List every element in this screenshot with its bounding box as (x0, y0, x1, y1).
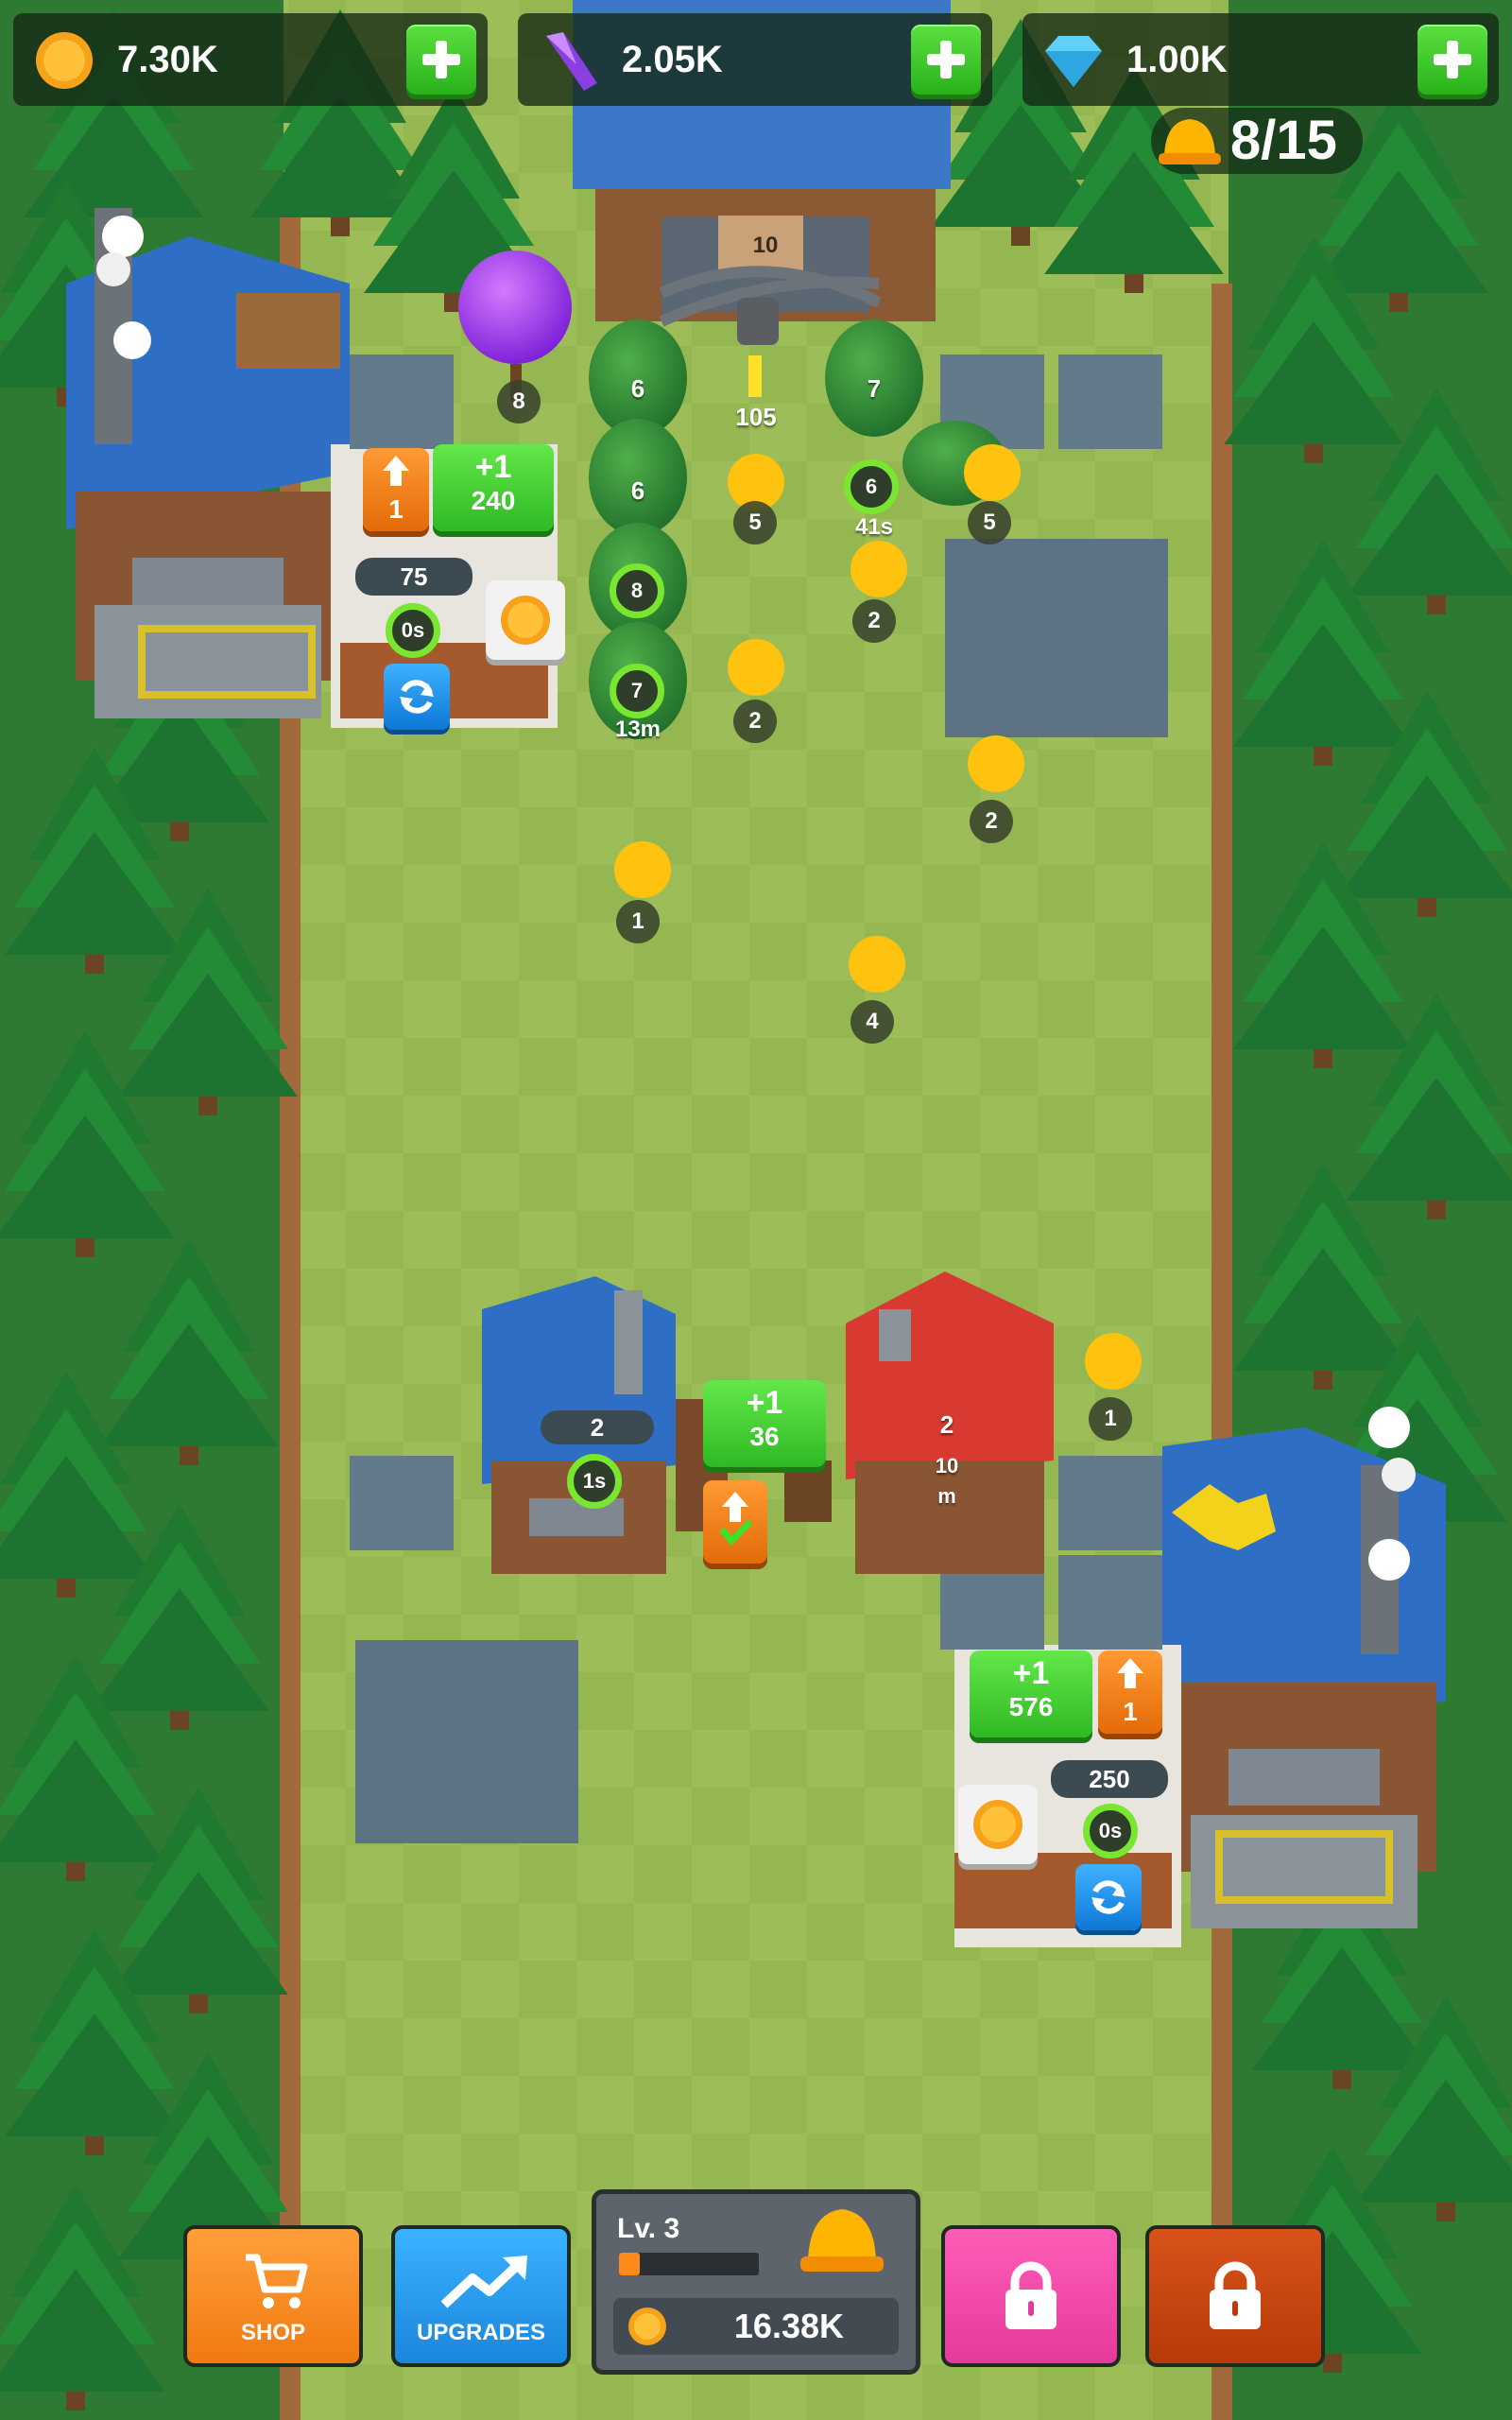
game-world (0, 0, 1512, 2420)
tree-timer: 41s (854, 514, 894, 540)
station-gain-amount: 576 (1008, 1692, 1054, 1721)
diamond-icon (1045, 36, 1102, 87)
station-collect-card[interactable]: +1 240 (433, 444, 554, 531)
house-level: 2 (541, 1410, 654, 1444)
coins-bar: 7.30K (13, 13, 488, 106)
lock-icon (1210, 2261, 1261, 2329)
tree-level[interactable]: 7 (846, 374, 902, 404)
worker-level: 2 (970, 800, 1013, 843)
diamonds-bar: 1.00K (1022, 13, 1499, 106)
worker-level: 1 (1089, 1397, 1132, 1441)
money-value: 16.38K (733, 2307, 844, 2345)
shop-button[interactable]: SHOP (183, 2225, 363, 2367)
tree-level[interactable]: 6 (844, 459, 899, 514)
upgrade-check-icon (719, 1492, 753, 1547)
station-upgrade-level: 1 (388, 494, 404, 524)
house-collect-card[interactable]: +1 36 (703, 1380, 826, 1467)
red-house-level: 2 (939, 1410, 954, 1439)
coin-icon (501, 596, 550, 645)
coin-icon (973, 1800, 1022, 1849)
worker-level: 5 (733, 501, 777, 544)
coin-icon (628, 2308, 666, 2345)
worker[interactable] (849, 936, 905, 993)
player-level: Lv. 3 (617, 2213, 680, 2244)
station-timer: 0s (1083, 1804, 1138, 1858)
upgrades-label: UPGRADES (416, 2320, 546, 2345)
worker[interactable] (1085, 1333, 1142, 1390)
shop-label: SHOP (240, 2320, 305, 2345)
upgrade-arrow-icon (1117, 1658, 1143, 1688)
station-gain: +1 (1012, 1655, 1050, 1691)
gate-level: 10 (752, 233, 779, 258)
diamonds-value: 1.00K (1126, 39, 1228, 80)
add-diamonds-button[interactable] (1418, 25, 1487, 95)
station-collect-card[interactable]: +1 576 (970, 1651, 1092, 1737)
station-upgrade-level: 1 (1123, 1697, 1138, 1726)
worker-level: 2 (852, 599, 896, 643)
worker-count-badge: 8/15 (1151, 108, 1363, 174)
gate-cost: 105 (735, 403, 777, 431)
locked-slot-button[interactable] (1145, 2225, 1325, 2367)
station-upgrade-button[interactable]: 1 (363, 448, 429, 531)
crystals-value: 2.05K (622, 39, 723, 80)
house-gain: +1 (746, 1385, 783, 1421)
house-upgrade-button[interactable] (703, 1480, 767, 1564)
crystals-bar: 2.05K (518, 13, 992, 106)
station-upgrade-button[interactable]: 1 (1098, 1651, 1162, 1734)
station-gain: +1 (474, 449, 512, 485)
worker-level: 2 (733, 700, 777, 743)
house-gain-amount: 36 (749, 1422, 780, 1451)
refresh-icon (400, 680, 434, 714)
tree-level[interactable]: 7 (610, 664, 664, 718)
station-capacity: 250 (1051, 1760, 1168, 1798)
level-progress-bar (619, 2253, 759, 2275)
coin-icon (36, 32, 93, 89)
trend-up-icon (440, 2256, 527, 2308)
padlock-icon[interactable] (735, 297, 781, 344)
station-coin-button[interactable] (958, 1785, 1038, 1864)
house-timer: 1s (567, 1454, 622, 1509)
worker[interactable] (850, 541, 907, 597)
upgrades-button[interactable]: UPGRADES (391, 2225, 571, 2367)
tree-level[interactable]: 8 (610, 563, 664, 618)
station-gain-amount: 240 (471, 486, 516, 515)
tree-level[interactable]: 6 (610, 476, 666, 506)
worker[interactable] (614, 841, 671, 898)
lock-icon (1005, 2261, 1057, 2329)
red-house-timer-unit: m (937, 1484, 956, 1508)
worker-level: 5 (968, 501, 1011, 544)
station-refresh-button[interactable] (384, 664, 450, 730)
money-display: 16.38K (613, 2298, 899, 2355)
red-house-timer: 10 (935, 1454, 959, 1478)
worker[interactable] (728, 639, 784, 696)
tree-level[interactable]: 6 (610, 374, 666, 404)
station-timer: 0s (386, 603, 440, 658)
level-progress-fill (619, 2253, 641, 2275)
hardhat-icon (1159, 119, 1221, 164)
locked-slot-button[interactable] (941, 2225, 1121, 2367)
tree-timer: 13m (614, 717, 662, 742)
level-panel[interactable]: Lv. 3 16.38K (592, 2189, 920, 2375)
station-capacity: 75 (355, 558, 472, 596)
station-coin-button[interactable] (486, 580, 565, 660)
station-refresh-button[interactable] (1075, 1864, 1142, 1930)
worker-level: 4 (850, 1000, 894, 1044)
cart-icon (246, 2254, 308, 2308)
refresh-icon (1091, 1880, 1125, 1914)
crystal-icon (546, 32, 597, 91)
upgrade-arrow-icon (383, 456, 409, 486)
worker-count-value: 8/15 (1230, 110, 1337, 171)
worker[interactable] (964, 444, 1021, 501)
add-crystals-button[interactable] (911, 25, 981, 95)
add-coins-button[interactable] (406, 25, 476, 95)
worker-level: 1 (616, 900, 660, 943)
coins-value: 7.30K (117, 39, 218, 80)
hardhat-icon (800, 2209, 884, 2272)
purple-tree-level[interactable]: 8 (497, 380, 541, 424)
worker[interactable] (968, 735, 1024, 792)
